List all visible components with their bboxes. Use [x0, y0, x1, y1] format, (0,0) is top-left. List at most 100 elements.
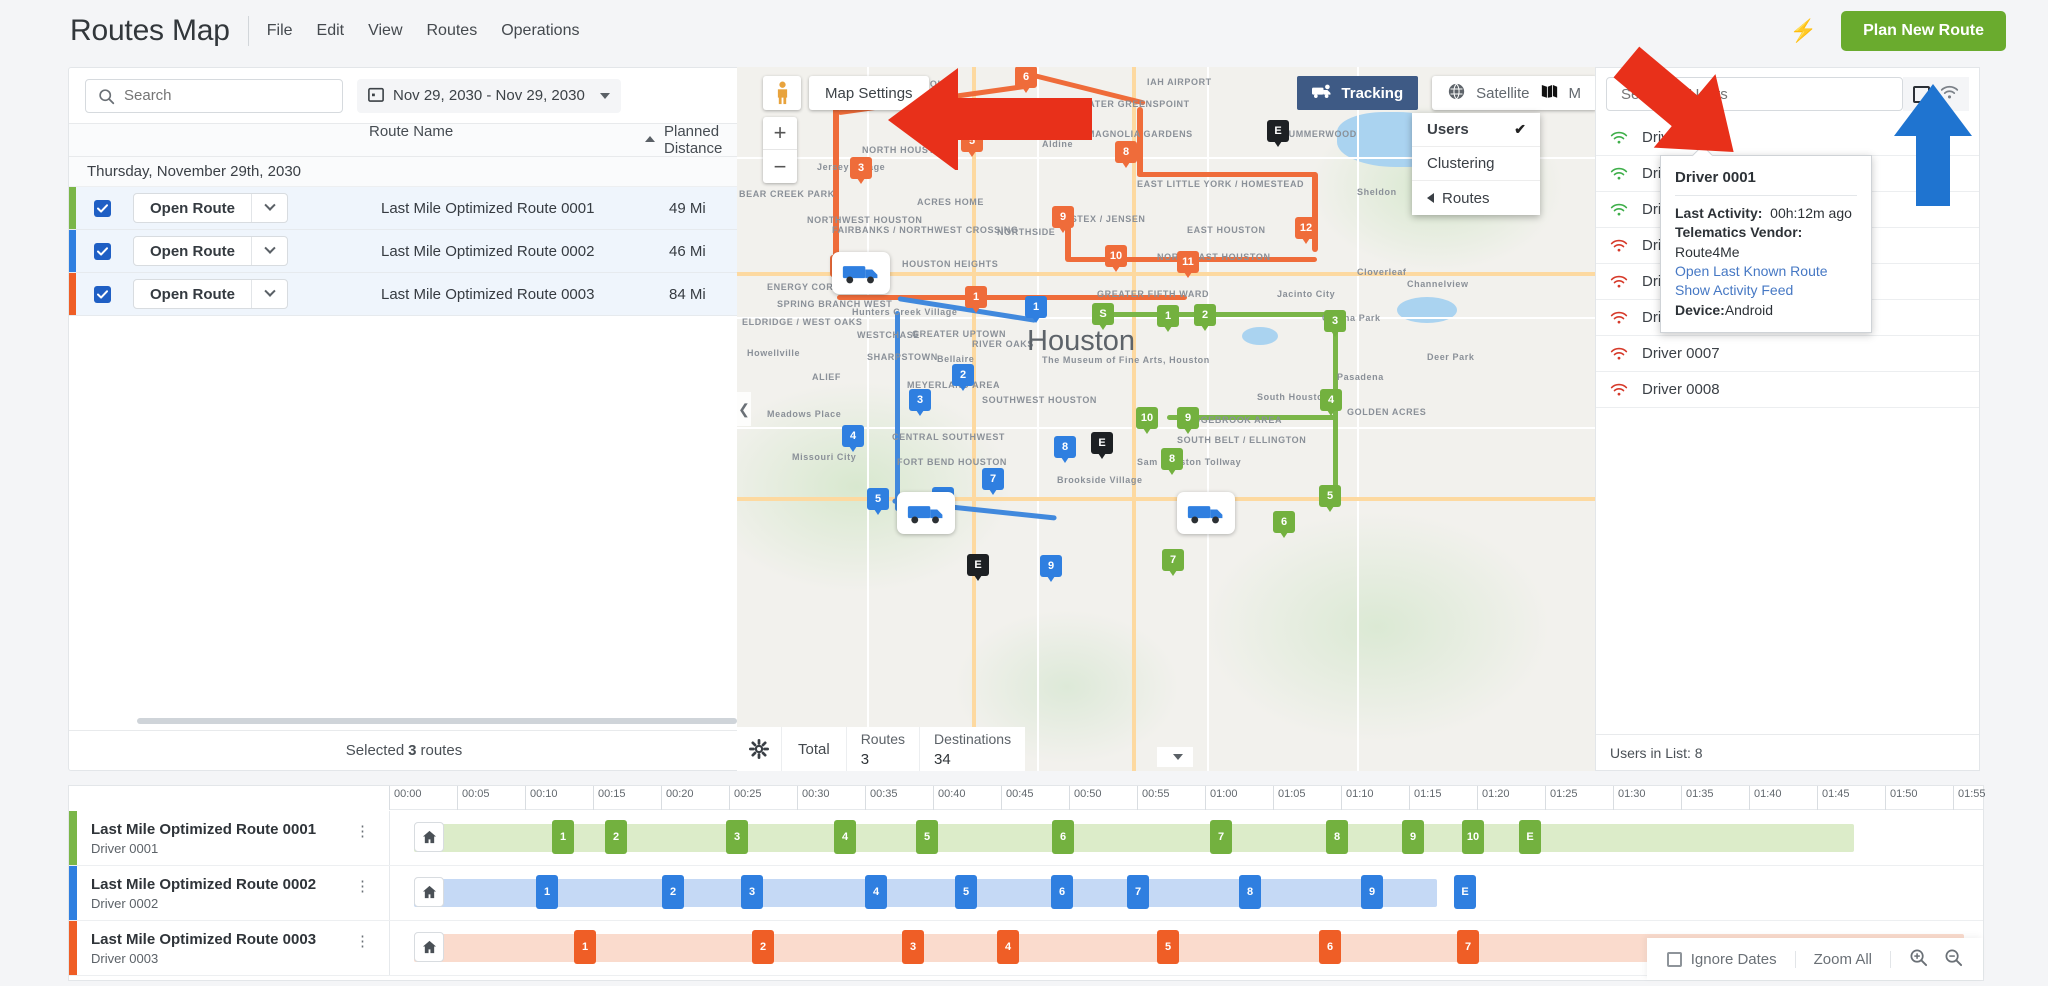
timeline-stop[interactable]: 3	[741, 875, 763, 909]
map-stop-pin[interactable]: 6	[1273, 511, 1295, 538]
map-stop-pin[interactable]: 3	[850, 157, 872, 184]
plan-new-route-button[interactable]: Plan New Route	[1841, 11, 2006, 51]
map-stop-pin[interactable]: 9	[1177, 407, 1199, 434]
route-checkbox[interactable]	[94, 285, 111, 303]
zoom-all-button[interactable]: Zoom All	[1796, 950, 1891, 968]
map-stop-pin[interactable]: 10	[1136, 407, 1158, 434]
map-stop-pin[interactable]: E	[1267, 120, 1289, 147]
timeline-stop[interactable]: 2	[752, 930, 774, 964]
timeline-stop[interactable]: 2	[605, 820, 627, 854]
table-row[interactable]: Open Route Last Mile Optimized Route 0001…	[69, 187, 739, 230]
map-stop-pin[interactable]: E	[1091, 432, 1113, 459]
ignore-dates-toggle[interactable]: Ignore Dates	[1666, 950, 1796, 968]
timeline-stop[interactable]: 9	[1402, 820, 1424, 854]
home-icon[interactable]	[414, 932, 444, 962]
map-stop-pin[interactable]: 11	[1177, 251, 1199, 278]
menu-item-view[interactable]: View	[368, 22, 402, 40]
timeline-stop[interactable]: 3	[902, 930, 924, 964]
timeline-stop[interactable]: 7	[1127, 875, 1149, 909]
search-field-wrapper[interactable]	[85, 78, 343, 113]
map-stop-pin[interactable]: 7	[1162, 549, 1184, 576]
timeline-stop[interactable]: 5	[916, 820, 938, 854]
street-view-pegman-icon[interactable]	[763, 76, 801, 110]
gear-icon[interactable]	[737, 727, 781, 771]
collapse-left-handle[interactable]: ❮	[737, 392, 751, 426]
timeline-stop[interactable]: 5	[1157, 930, 1179, 964]
map-stop-pin[interactable]: 8	[1054, 436, 1076, 463]
open-route-button[interactable]: Open Route	[133, 193, 288, 223]
kebab-menu-icon[interactable]: ⋮	[355, 934, 370, 949]
tracking-menu-item-clustering[interactable]: Clustering	[1412, 147, 1540, 181]
vehicle-marker[interactable]	[897, 492, 955, 534]
timeline-stop[interactable]: 1	[574, 930, 596, 964]
map-stop-pin[interactable]: 9	[1052, 206, 1074, 233]
home-icon[interactable]	[414, 822, 444, 852]
table-row[interactable]: Open Route Last Mile Optimized Route 0003…	[69, 273, 739, 316]
satellite-label[interactable]: Satellite	[1476, 85, 1529, 102]
tracking-button[interactable]: Tracking	[1297, 76, 1419, 110]
list-item[interactable]: Driver 0007	[1596, 336, 1979, 372]
map-stop-pin[interactable]: 1	[965, 286, 987, 313]
kebab-menu-icon[interactable]: ⋮	[355, 879, 370, 894]
route-checkbox[interactable]	[94, 242, 111, 260]
timeline-stop[interactable]: 6	[1319, 930, 1341, 964]
map-stop-pin[interactable]: 8	[1115, 141, 1137, 168]
map-stop-pin[interactable]: 1	[1157, 305, 1179, 332]
timeline-stop[interactable]: 4	[834, 820, 856, 854]
timeline-stop[interactable]: 4	[997, 930, 1019, 964]
date-range-picker[interactable]: Nov 29, 2030 - Nov 29, 2030	[357, 78, 621, 113]
map-stop-pin[interactable]: 4	[1320, 389, 1342, 416]
open-route-dropdown-toggle[interactable]	[251, 280, 287, 308]
menu-item-edit[interactable]: Edit	[317, 22, 345, 40]
map-stop-pin[interactable]: 2	[1194, 304, 1216, 331]
timeline-row[interactable]: Last Mile Optimized Route 0002 Driver 000…	[69, 866, 1983, 921]
open-route-button[interactable]: Open Route	[133, 279, 288, 309]
map-stop-pin[interactable]: 9	[1040, 555, 1062, 582]
map-stop-pin[interactable]: 7	[982, 468, 1004, 495]
kebab-menu-icon[interactable]: ⋮	[355, 824, 370, 839]
list-item[interactable]: Driver 0008	[1596, 372, 1979, 408]
timeline-stop[interactable]: 1	[552, 820, 574, 854]
map-stop-pin[interactable]: 5	[867, 488, 889, 515]
timeline-row[interactable]: Last Mile Optimized Route 0001 Driver 000…	[69, 811, 1983, 866]
timeline-stop[interactable]: E	[1454, 875, 1476, 909]
map-stop-pin[interactable]: 8	[1161, 448, 1183, 475]
zoom-out-icon[interactable]	[1944, 948, 1963, 971]
map-stop-pin[interactable]: 10	[1105, 245, 1127, 272]
map-stop-pin[interactable]: S	[1092, 303, 1114, 330]
map-label[interactable]: M	[1569, 85, 1582, 102]
timeline-stop[interactable]: 9	[1361, 875, 1383, 909]
timeline-stop[interactable]: 8	[1239, 875, 1261, 909]
zoom-in-icon[interactable]	[1909, 948, 1928, 971]
map-summary-expand-button[interactable]	[1157, 747, 1193, 767]
map-stop-pin[interactable]: 3	[1324, 310, 1346, 337]
open-route-dropdown-toggle[interactable]	[251, 194, 287, 222]
timeline-stop[interactable]: 10	[1462, 820, 1484, 854]
map-canvas[interactable]: WILLOWBROOKNORTH HOUSTONGREATER GREENSPO…	[737, 67, 1595, 771]
timeline-stop[interactable]: 5	[955, 875, 977, 909]
zoom-in-button[interactable]: +	[763, 117, 797, 150]
timeline-stop[interactable]: 6	[1051, 875, 1073, 909]
open-route-dropdown-toggle[interactable]	[251, 237, 287, 265]
vehicle-marker[interactable]	[832, 252, 890, 294]
timeline-stop[interactable]: 7	[1210, 820, 1232, 854]
horizontal-scrollbar[interactable]	[137, 718, 737, 724]
timeline-stop[interactable]: 8	[1326, 820, 1348, 854]
menu-item-routes[interactable]: Routes	[427, 22, 478, 40]
show-activity-feed-link[interactable]: Show Activity Feed	[1675, 281, 1857, 300]
map-stop-pin[interactable]: E	[967, 554, 989, 581]
route-checkbox[interactable]	[94, 199, 111, 217]
map-stop-pin[interactable]: 1	[1025, 296, 1047, 323]
sort-ascending-icon[interactable]	[645, 136, 655, 142]
tracking-menu-item-users[interactable]: Users ✔	[1412, 113, 1540, 147]
map-stop-pin[interactable]: 2	[952, 364, 974, 391]
open-route-button[interactable]: Open Route	[133, 236, 288, 266]
open-last-known-route-link[interactable]: Open Last Known Route	[1675, 262, 1857, 281]
lightning-bolt-icon[interactable]: ⚡	[1790, 18, 1817, 44]
timeline-stop[interactable]: 7	[1457, 930, 1479, 964]
column-header-planned-distance[interactable]: Planned Distance	[664, 123, 739, 157]
column-header-route-name[interactable]: Route Name	[369, 123, 453, 140]
map-stop-pin[interactable]: 4	[842, 425, 864, 452]
timeline-stop[interactable]: 1	[536, 875, 558, 909]
timeline-stop[interactable]: E	[1519, 820, 1541, 854]
